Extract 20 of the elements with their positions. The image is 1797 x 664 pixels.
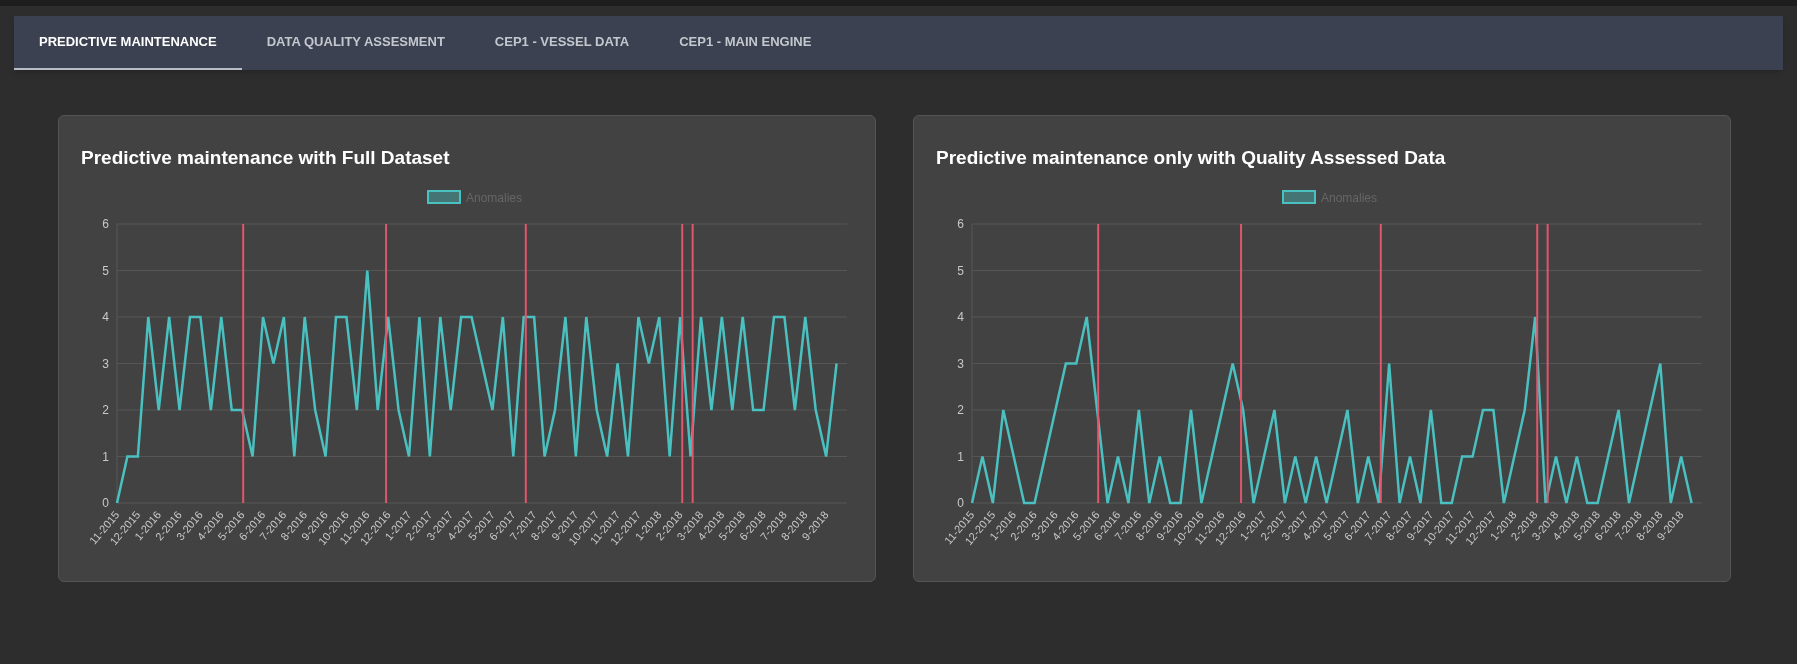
axis-label: 0 <box>957 495 964 510</box>
tab[interactable]: CEP1 - MAIN ENGINE <box>654 16 837 70</box>
tab[interactable]: CEP1 - VESSEL DATA <box>469 16 655 70</box>
axis-label: 4 <box>102 309 109 324</box>
card-title: Predictive maintenance with Full Dataset <box>81 146 450 170</box>
axis-label: 4 <box>957 309 964 324</box>
axis-label: 3 <box>102 356 109 370</box>
axis-label: 0 <box>102 495 109 510</box>
axis-label: 1 <box>102 449 109 463</box>
axis-label: 5 <box>957 263 964 277</box>
axis-label: 6 <box>957 216 964 231</box>
axis-label: 3 <box>957 356 964 370</box>
tab[interactable]: PREDICTIVE MAINTENANCE <box>14 16 242 70</box>
axis-label: 1 <box>957 449 964 463</box>
axis-label: 2 <box>102 402 109 417</box>
axis-label: 5 <box>102 263 109 277</box>
axis-label: 2 <box>957 402 964 417</box>
card-title: Predictive maintenance only with Quality Assessed Data <box>936 146 1446 170</box>
tab[interactable]: DATA QUALITY ASSESMENT <box>241 16 470 70</box>
axis-label: 6 <box>102 216 109 231</box>
